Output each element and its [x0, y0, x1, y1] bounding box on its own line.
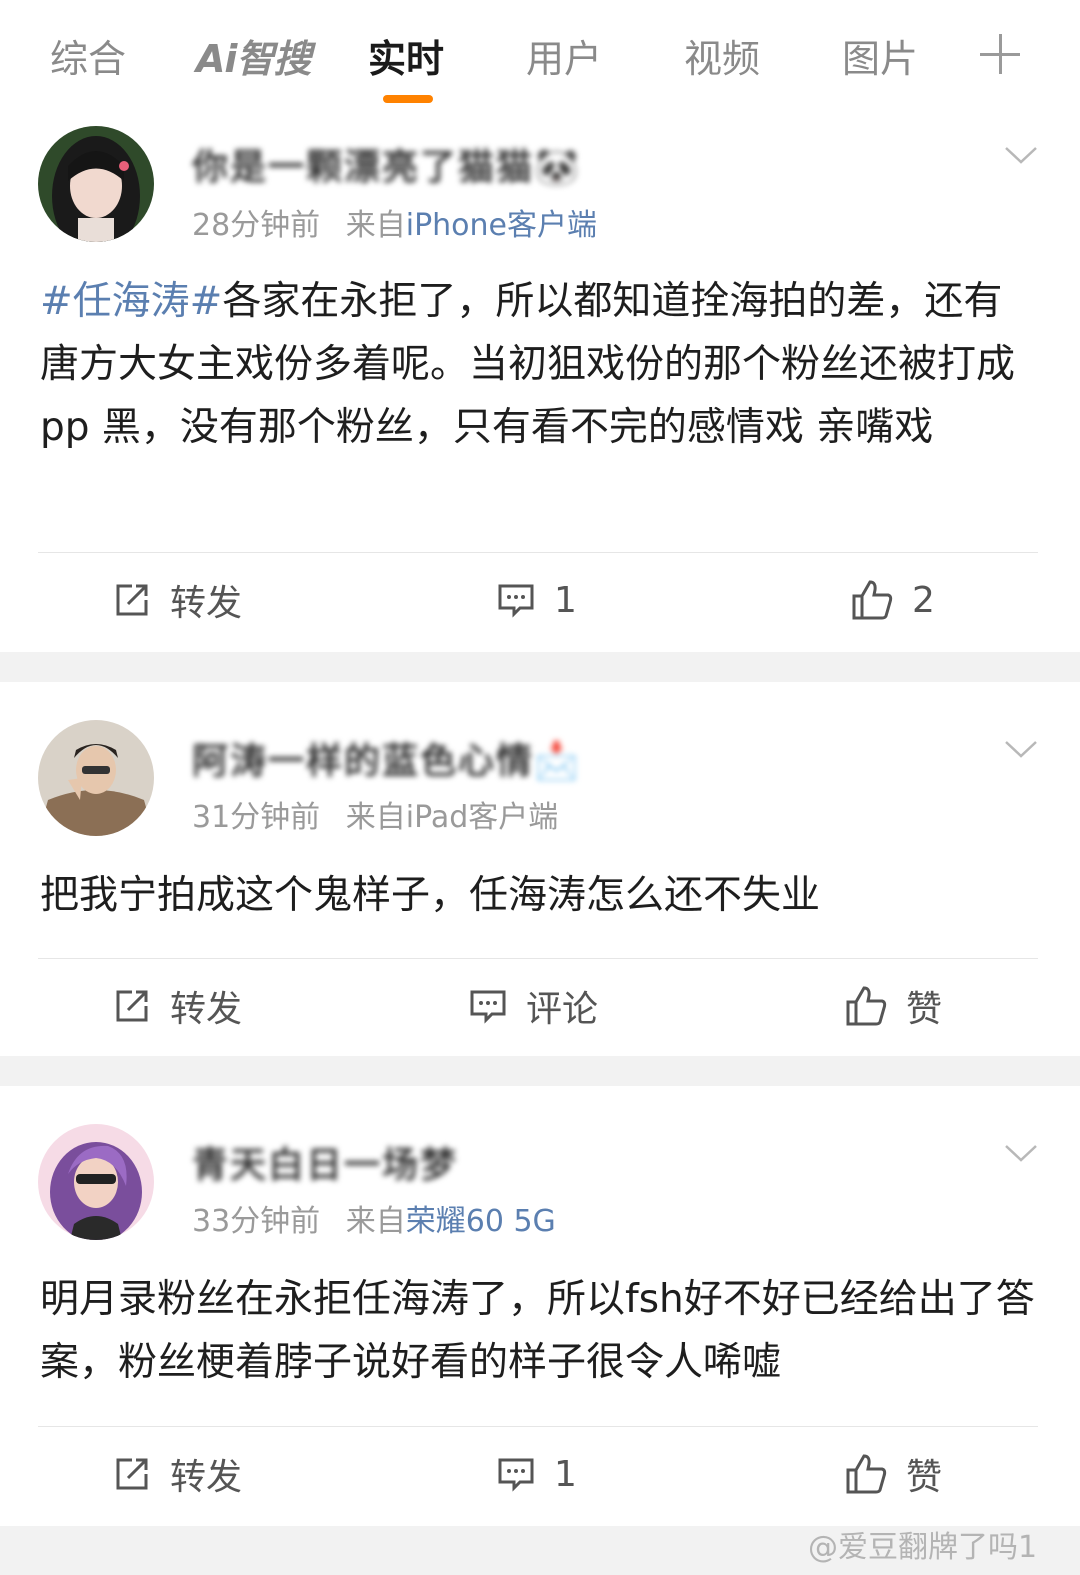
- post-time: 33分钟前: [192, 1204, 321, 1239]
- post-meta: 31分钟前 来自iPad客户端: [192, 792, 558, 836]
- repost-label: 转发: [170, 989, 243, 1030]
- post-meta: 28分钟前 来自iPhone客户端: [192, 200, 597, 244]
- post-text: #任海涛#各家在永拒了，所以都知道拴海拍的差，还有 唐方大女主戏份多着呢。当初狙…: [40, 270, 1040, 459]
- comment-icon: [470, 990, 506, 1024]
- post-card: 你是一颗漂亮了猫猫🐼 28分钟前 来自iPhone客户端 #任海涛#各家在永拒了…: [0, 108, 1080, 652]
- avatar[interactable]: [38, 1124, 154, 1240]
- repost-icon: [116, 584, 148, 616]
- search-tab-bar: 综合 Ai智搜 实时 用户 视频 图片: [0, 0, 1080, 108]
- repost-button[interactable]: 转发: [112, 570, 242, 630]
- like-button[interactable]: 2: [850, 570, 935, 630]
- watermark: @爱豆翻牌了吗1: [808, 1530, 1038, 1565]
- chevron-down-icon[interactable]: [1004, 1136, 1038, 1170]
- tab-ai-search[interactable]: Ai智搜: [196, 28, 311, 83]
- post-time: 28分钟前: [192, 208, 321, 243]
- repost-label: 转发: [170, 1457, 243, 1498]
- comment-count: 1: [554, 1453, 577, 1495]
- thumbs-up-icon: [846, 1454, 887, 1494]
- comment-icon: [498, 1458, 534, 1492]
- comment-button[interactable]: 1: [496, 570, 577, 630]
- like-label: 赞: [906, 989, 943, 1030]
- post-actions: 转发 评论 赞: [0, 976, 1080, 1036]
- divider: [38, 958, 1038, 959]
- active-tab-indicator: [383, 95, 433, 103]
- avatar[interactable]: [38, 126, 154, 242]
- repost-icon: [116, 990, 148, 1022]
- repost-label: 转发: [170, 583, 243, 624]
- post-separator: [0, 652, 1080, 682]
- repost-icon: [116, 1458, 148, 1490]
- like-button[interactable]: 赞: [844, 1444, 942, 1504]
- thumbs-up-icon: [846, 986, 887, 1026]
- comment-count: 1: [554, 579, 577, 621]
- username[interactable]: 阿涛一样的蓝色心情📩: [192, 732, 581, 784]
- post-source[interactable]: iPhone客户端: [406, 208, 597, 243]
- tab-comprehensive[interactable]: 综合: [50, 28, 126, 83]
- post-body: 把我宁拍成这个鬼样子，任海涛怎么还不失业: [40, 873, 821, 918]
- comment-button[interactable]: 评论: [468, 976, 598, 1036]
- comment-label: 评论: [526, 989, 599, 1030]
- tab-realtime[interactable]: 实时: [368, 28, 444, 83]
- avatar[interactable]: [38, 720, 154, 836]
- post-actions: 转发 1 2: [0, 570, 1080, 630]
- post-source[interactable]: 荣耀60 5G: [406, 1204, 556, 1239]
- post-meta: 33分钟前 来自荣耀60 5G: [192, 1196, 556, 1240]
- repost-button[interactable]: 转发: [112, 1444, 242, 1504]
- source-prefix: 来自: [345, 1204, 406, 1239]
- comment-button[interactable]: 1: [496, 1444, 577, 1504]
- username[interactable]: 你是一颗漂亮了猫猫🐼: [192, 138, 581, 190]
- post-actions: 转发 1 赞: [0, 1444, 1080, 1504]
- divider: [38, 1426, 1038, 1427]
- post-separator: [0, 1056, 1080, 1086]
- divider: [38, 552, 1038, 553]
- post-source[interactable]: iPad客户端: [406, 800, 559, 835]
- like-label: 赞: [906, 1457, 943, 1498]
- chevron-down-icon[interactable]: [1004, 732, 1038, 766]
- like-button[interactable]: 赞: [844, 976, 942, 1036]
- source-prefix: 来自: [345, 800, 406, 835]
- post-body: 明月录粉丝在永拒任海涛了，所以fsh好不好已经给出了答案，粉丝梗着脖子说好看的样…: [40, 1277, 1035, 1385]
- tab-videos[interactable]: 视频: [684, 28, 760, 83]
- repost-button[interactable]: 转发: [112, 976, 242, 1036]
- thumbs-up-icon: [852, 580, 893, 620]
- comment-icon: [498, 584, 534, 618]
- username[interactable]: 青天白日一场梦: [192, 1136, 458, 1188]
- add-tab-plus-icon[interactable]: [980, 34, 1020, 74]
- source-prefix: 来自: [345, 208, 406, 243]
- hashtag-link[interactable]: #任海涛#: [40, 279, 222, 324]
- post-card: 阿涛一样的蓝色心情📩 31分钟前 来自iPad客户端 把我宁拍成这个鬼样子，任海…: [0, 682, 1080, 1056]
- tab-users[interactable]: 用户: [526, 28, 602, 83]
- tab-images[interactable]: 图片: [842, 28, 918, 83]
- chevron-down-icon[interactable]: [1004, 138, 1038, 172]
- like-count: 2: [912, 579, 935, 621]
- post-card: 青天白日一场梦 33分钟前 来自荣耀60 5G 明月录粉丝在永拒任海涛了，所以f…: [0, 1086, 1080, 1526]
- post-time: 31分钟前: [192, 800, 321, 835]
